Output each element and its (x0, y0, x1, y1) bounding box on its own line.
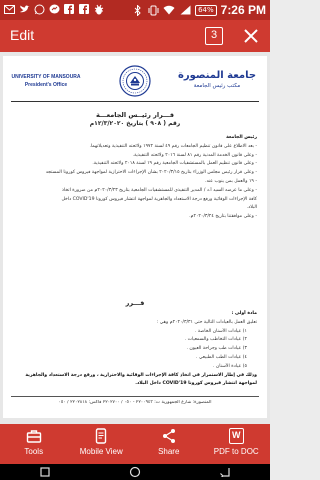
article-one: مادة أولى : تعليق العمل بالعيادات التالي… (13, 310, 257, 389)
clinic-item: ٢) عيادات التخاطب والسمعيات . (184, 337, 247, 343)
closing-line: لمواجهة انتشار فيروس كورونا COVID'19 داخ… (135, 381, 257, 387)
clinic-item: ٣) عيادات طب وجراحة العيون . (186, 346, 247, 352)
envelope-icon (3, 3, 15, 15)
home-icon (129, 466, 141, 478)
preamble-line: - وعلى قانون الخدمة المدنية رقم ٨١ لسنة … (132, 152, 257, 158)
status-bar: 64% 7:26 PM (0, 0, 270, 20)
edit-button[interactable]: Edit (10, 27, 34, 43)
preamble-line: - وعلى قانون تنظيم العمل بالمستشفيات الج… (92, 161, 257, 167)
office-name-ar: مكتب رئيس الجامعة (193, 83, 241, 89)
preamble-heading: رئيس الجامعة (226, 135, 257, 140)
share-label: Share (158, 447, 180, 456)
preamble-line: - وعلى موافقتنا بتاريخ ٢٠٢٠/٣/٢٤م. (189, 214, 257, 220)
messenger-icon (48, 3, 60, 15)
preamble: رئيس الجامعة - بعد الاطلاع على قانون تنظ… (13, 134, 257, 222)
home-button[interactable] (125, 466, 145, 478)
preamble-line: كافة الإجراءات الوقائية ورفع درجة الاستع… (61, 196, 257, 202)
article-text: تعليق العمل بالعيادات التالية حتى ٢٠٢٠/٣… (156, 319, 257, 325)
bottom-toolbar: Tools Mobile View Share W PDF to DOC (0, 424, 270, 464)
clinic-item: ١) عيادات الأسنان الخاصة . (194, 328, 247, 334)
tools-label: Tools (24, 447, 44, 456)
header-divider (11, 101, 259, 102)
android-nav-bar (0, 464, 270, 480)
footer-divider (11, 396, 259, 397)
office-name-en: President's Office (24, 82, 68, 88)
university-name-en: UNIVERSITY OF MANSOURA (11, 74, 81, 80)
signal-icon (179, 4, 191, 16)
preamble-line: - وعلى ما عرضه السيد أ.د / المدير التنفي… (61, 187, 257, 193)
university-name-ar: جامعة المنصورة (177, 70, 257, 81)
share-button[interactable]: Share (135, 424, 203, 464)
back-button[interactable] (215, 466, 235, 478)
facebook-icon (78, 3, 90, 15)
whatsapp-icon (33, 3, 45, 15)
page-count-button[interactable]: 3 (205, 27, 223, 45)
clinic-item: ٥) عيادة الأسنان . (213, 363, 247, 369)
clock: 7:26 PM (220, 3, 266, 17)
preamble-line: - وعلى قرار رئيس مجلس الوزراء بتاريخ ٢٠٢… (45, 170, 257, 176)
document-page[interactable]: UNIVERSITY OF MANSOURA President's Offic… (3, 56, 267, 418)
bluetooth-icon (131, 4, 143, 16)
notification-icons (3, 3, 105, 15)
system-indicators: 64% 7:26 PM (131, 2, 266, 18)
app-bar: Edit 3 (0, 20, 270, 52)
toolbox-icon (26, 430, 41, 443)
battery-indicator: 64% (195, 4, 217, 16)
close-icon (244, 29, 258, 43)
twitter-icon (18, 3, 30, 15)
decides-heading: قـــرر (125, 299, 145, 307)
recent-apps-icon (40, 467, 50, 477)
document-viewer[interactable]: UNIVERSITY OF MANSOURA President's Offic… (0, 52, 270, 424)
tools-button[interactable]: Tools (0, 424, 68, 464)
pdf-to-doc-label: PDF to DOC (213, 447, 259, 456)
university-seal-icon (119, 65, 151, 97)
clinic-item: ٤) عيادات الطب الطبيعي . (196, 354, 247, 360)
word-doc-icon: W (228, 428, 244, 444)
decision-number: رقم ( ٩٠٨ ) بتاريخ ١٢/٣/٢٠٢٠م (89, 120, 181, 127)
recent-apps-button[interactable] (35, 466, 55, 478)
closing-line: وذلك في إطار الاستمرار في اتخاذ كافة الإ… (25, 372, 257, 378)
mobile-view-label: Mobile View (79, 447, 123, 456)
bug-icon (93, 3, 105, 15)
mobile-view-button[interactable]: Mobile View (68, 424, 136, 464)
wifi-icon (163, 4, 175, 16)
pdf-to-doc-button[interactable]: W PDF to DOC (203, 424, 271, 464)
back-icon (220, 468, 230, 477)
preamble-line: - بعد الاطلاع على قانون تنظيم الجامعات ر… (89, 143, 257, 149)
facebook-icon (63, 3, 75, 15)
vibrate-icon (147, 4, 159, 16)
article-label: مادة أولى : (231, 311, 257, 316)
preamble-line: البلاد. (246, 205, 257, 211)
share-icon (162, 429, 175, 443)
close-button[interactable] (240, 25, 262, 47)
document-footer: المنصورة: شارع الجمهورية ت: ٢٢٠٠٩٤٣ - ٠٥… (58, 400, 212, 405)
decision-title: قـــرار رئيــس الجامعـــة (95, 111, 175, 119)
preamble-line: - ١٩ والعمل بمن ينوب عنه. (205, 178, 257, 184)
mobile-view-icon (96, 428, 107, 444)
